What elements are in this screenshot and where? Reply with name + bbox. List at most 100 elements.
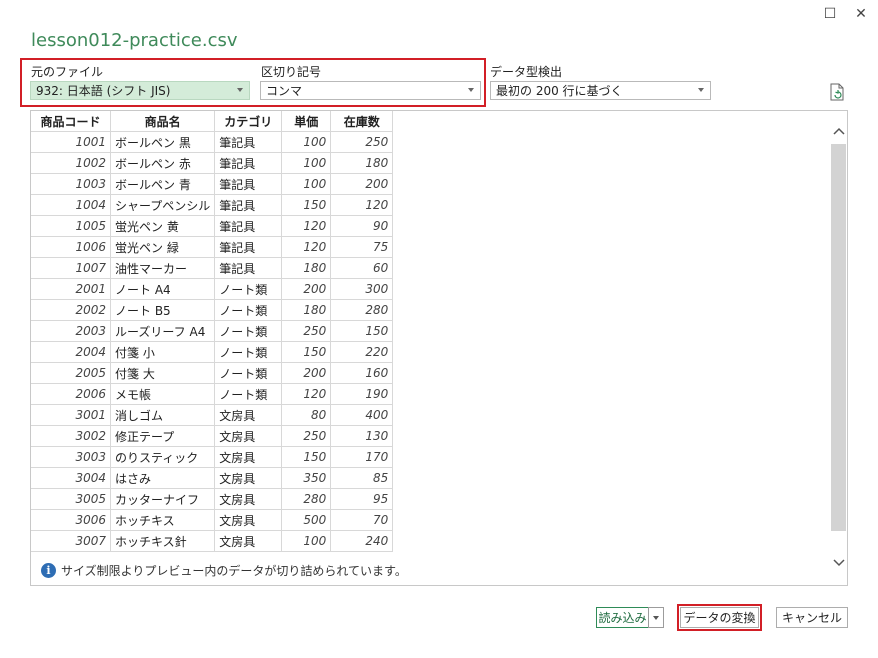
cell-product-name: 付箋 大 <box>110 362 216 384</box>
table-row: 1002 ボールペン 赤筆記具 100 180 <box>31 152 394 174</box>
cell-product-code: 3002 <box>31 425 111 447</box>
type-detection-dropdown[interactable]: 最初の 200 行に基づく <box>490 81 711 100</box>
cell-stock: 250 <box>330 131 394 153</box>
cell-category: ノート類 <box>214 299 283 321</box>
cell-stock: 280 <box>330 299 394 321</box>
cell-stock: 120 <box>330 194 394 216</box>
cell-product-code: 3006 <box>31 509 111 531</box>
data-preview: 商品コード 商品名 カテゴリ 単価 在庫数 1001 ボールペン 黒筆記具 100 2… <box>30 110 848 586</box>
preview-table: 商品コード 商品名 カテゴリ 単価 在庫数 1001 ボールペン 黒筆記具 100 2… <box>31 111 394 552</box>
column-header-product-code: 商品コード <box>31 111 111 132</box>
chevron-down-icon <box>468 88 474 92</box>
dialog-title: lesson012-practice.csv <box>31 30 238 51</box>
column-header-unit-price: 単価 <box>281 111 332 132</box>
cell-unit-price: 150 <box>281 341 332 363</box>
info-icon: i <box>41 563 56 578</box>
cell-stock: 160 <box>330 362 394 384</box>
cell-unit-price: 200 <box>281 362 332 384</box>
cell-category: 文房具 <box>214 509 283 531</box>
chevron-down-icon <box>698 88 704 92</box>
cell-unit-price: 100 <box>281 530 332 552</box>
cell-stock: 400 <box>330 404 394 426</box>
cell-product-name: ルーズリーフ A4 <box>110 320 216 342</box>
cell-product-code: 2002 <box>31 299 111 321</box>
cell-category: 文房具 <box>214 467 283 489</box>
cell-unit-price: 100 <box>281 131 332 153</box>
table-row: 1005 蛍光ペン 黄筆記具 120 90 <box>31 215 394 237</box>
maximize-button[interactable]: ☐ <box>819 4 841 24</box>
cell-unit-price: 180 <box>281 257 332 279</box>
cell-product-code: 3001 <box>31 404 111 426</box>
cell-category: 筆記具 <box>214 194 283 216</box>
cell-product-name: 蛍光ペン 黄 <box>110 215 216 237</box>
cell-product-code: 1002 <box>31 152 111 174</box>
cell-stock: 60 <box>330 257 394 279</box>
cell-unit-price: 350 <box>281 467 332 489</box>
delimiter-dropdown[interactable]: コンマ <box>260 81 481 100</box>
scroll-up-icon[interactable] <box>830 121 847 141</box>
cell-unit-price: 120 <box>281 383 332 405</box>
cell-product-name: ボールペン 赤 <box>110 152 216 174</box>
column-header-product-name: 商品名 <box>110 111 216 132</box>
transform-data-button[interactable]: データの変換 <box>680 607 759 628</box>
load-button[interactable]: 読み込み <box>596 607 649 628</box>
cell-product-code: 1003 <box>31 173 111 195</box>
cell-unit-price: 180 <box>281 299 332 321</box>
load-options-button[interactable] <box>648 607 664 628</box>
table-row: 3006 ホッチキス 文房具 500 70 <box>31 509 394 531</box>
file-origin-label: 元のファイル <box>31 65 104 79</box>
cell-product-name: 蛍光ペン 緑 <box>110 236 216 258</box>
column-header-category: カテゴリ <box>214 111 283 132</box>
table-row: 1003 ボールペン 青筆記具 100 200 <box>31 173 394 195</box>
scroll-down-icon[interactable] <box>830 553 847 573</box>
cell-product-code: 2005 <box>31 362 111 384</box>
cell-stock: 300 <box>330 278 394 300</box>
cell-unit-price: 80 <box>281 404 332 426</box>
cell-category: 文房具 <box>214 446 283 468</box>
table-row: 3002 修正テープ 文房具 250 130 <box>31 425 394 447</box>
cell-product-code: 2006 <box>31 383 111 405</box>
scrollbar-thumb[interactable] <box>831 144 846 531</box>
cell-product-name: 油性マーカー <box>110 257 216 279</box>
cancel-button[interactable]: キャンセル <box>776 607 848 628</box>
cell-stock: 85 <box>330 467 394 489</box>
cell-stock: 180 <box>330 152 394 174</box>
cell-product-code: 1007 <box>31 257 111 279</box>
cell-category: 筆記具 <box>214 173 283 195</box>
cell-stock: 90 <box>330 215 394 237</box>
cell-unit-price: 150 <box>281 446 332 468</box>
truncation-notice: i サイズ制限よりプレビュー内のデータが切り詰められています。 <box>41 562 407 579</box>
cell-product-name: 消しゴム <box>110 404 216 426</box>
column-header-stock: 在庫数 <box>330 111 394 132</box>
table-row: 1004 シャープペンシル 筆記具 150 120 <box>31 194 394 216</box>
vertical-scrollbar[interactable] <box>830 111 847 567</box>
cell-category: 文房具 <box>214 488 283 510</box>
refresh-icon[interactable] <box>829 83 845 101</box>
cell-stock: 95 <box>330 488 394 510</box>
cell-category: ノート類 <box>214 320 283 342</box>
cell-stock: 150 <box>330 320 394 342</box>
chevron-down-icon <box>653 615 659 620</box>
cell-product-name: はさみ <box>110 467 216 489</box>
cell-product-name: シャープペンシル <box>110 194 216 216</box>
table-header-row: 商品コード 商品名 カテゴリ 単価 在庫数 <box>31 111 394 132</box>
table-row: 2006 メモ帳 ノート類 120 190 <box>31 383 394 405</box>
cell-category: 筆記具 <box>214 215 283 237</box>
cell-stock: 130 <box>330 425 394 447</box>
type-detection-value: 最初の 200 行に基づく <box>496 84 623 98</box>
cell-category: ノート類 <box>214 383 283 405</box>
file-origin-dropdown[interactable]: 932: 日本語 (シフト JIS) <box>30 81 250 100</box>
close-button[interactable]: ✕ <box>850 4 872 24</box>
cell-unit-price: 250 <box>281 425 332 447</box>
cell-category: 筆記具 <box>214 236 283 258</box>
delimiter-value: コンマ <box>266 84 303 98</box>
notice-text: サイズ制限よりプレビュー内のデータが切り詰められています。 <box>61 564 407 578</box>
cell-stock: 70 <box>330 509 394 531</box>
cell-product-code: 1004 <box>31 194 111 216</box>
table-row: 1007 油性マーカー 筆記具 180 60 <box>31 257 394 279</box>
cell-unit-price: 200 <box>281 278 332 300</box>
cell-product-code: 3007 <box>31 530 111 552</box>
table-row: 3007 ホッチキス針 文房具 100 240 <box>31 530 394 552</box>
table-row: 3004 はさみ 文房具 350 85 <box>31 467 394 489</box>
cell-product-code: 3005 <box>31 488 111 510</box>
